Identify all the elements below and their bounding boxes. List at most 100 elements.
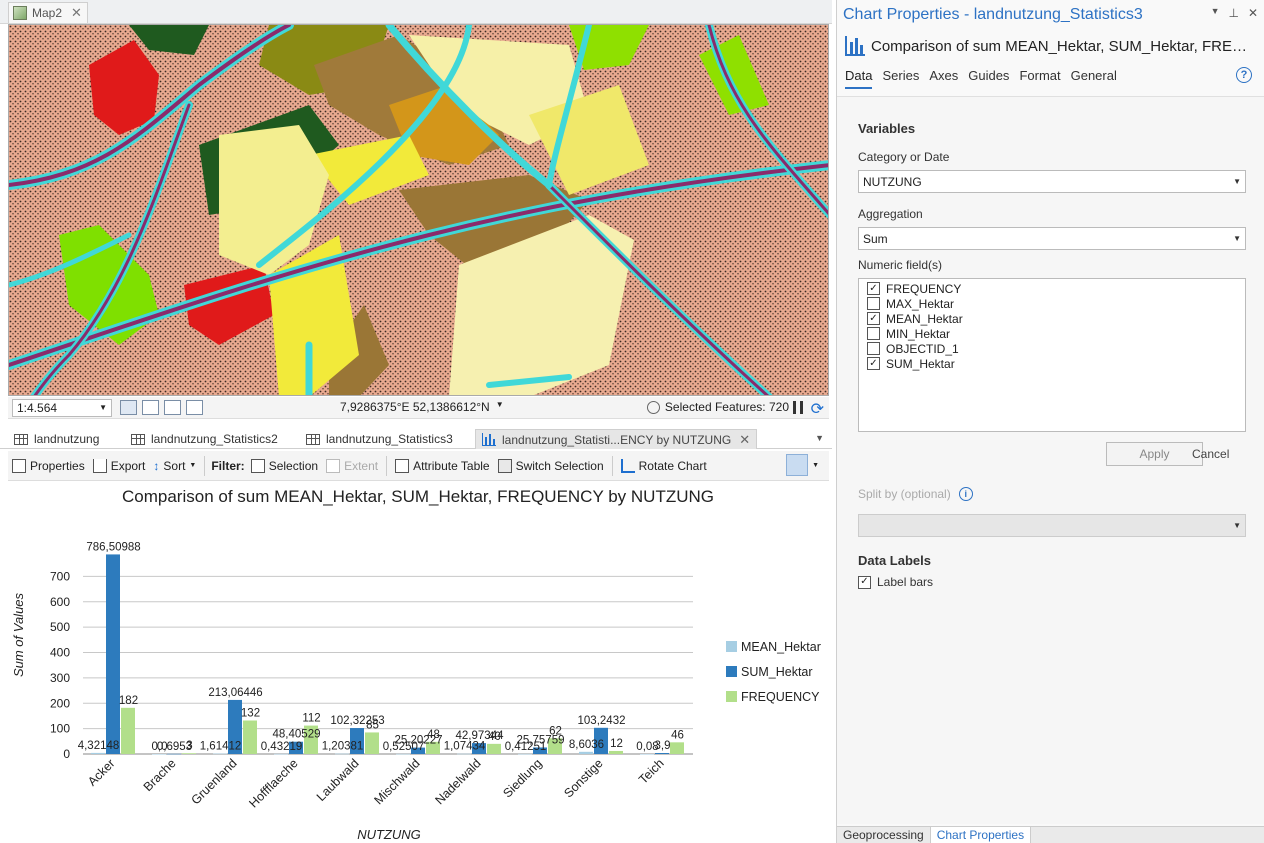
filter-selection-button[interactable]: Selection <box>247 454 322 478</box>
checkbox[interactable]: ✓ <box>867 282 880 295</box>
category-select[interactable]: NUTZUNG ▼ <box>858 170 1246 193</box>
fixed-zoom-icon[interactable] <box>120 400 137 415</box>
close-icon[interactable]: ✕ <box>71 5 82 21</box>
field-item-sum-hektar[interactable]: ✓ SUM_Hektar <box>867 356 1237 371</box>
field-item-min-hektar[interactable]: MIN_Hektar <box>867 326 1237 341</box>
tab-statistics3[interactable]: landnutzung_Statistics3 <box>300 429 459 449</box>
bar[interactable] <box>365 732 379 754</box>
data-label: 0,43219 <box>261 741 303 753</box>
bar[interactable] <box>609 750 623 754</box>
tab-statistics2[interactable]: landnutzung_Statistics2 <box>125 429 284 449</box>
aggregation-select[interactable]: Sum ▼ <box>858 227 1246 250</box>
properties-tabs: Data Series Axes Guides Format General <box>845 68 1117 89</box>
data-label: 1,61412 <box>200 741 242 753</box>
map-view[interactable] <box>8 24 829 396</box>
bar[interactable] <box>487 743 501 754</box>
bar[interactable] <box>640 753 654 755</box>
switch-selection-button[interactable]: Switch Selection <box>494 454 608 478</box>
snapping-icon[interactable] <box>142 400 159 415</box>
bar[interactable] <box>518 753 532 755</box>
bar[interactable] <box>167 753 181 755</box>
map-status-tools <box>120 400 203 415</box>
list-view-icon[interactable] <box>786 454 809 476</box>
bar[interactable] <box>655 753 669 754</box>
checkbox[interactable] <box>867 327 880 340</box>
bar[interactable] <box>335 753 349 755</box>
chevron-down-icon[interactable]: ▼ <box>1211 6 1220 20</box>
bar[interactable] <box>457 753 471 755</box>
tab-landnutzung[interactable]: landnutzung <box>8 429 105 449</box>
bar[interactable] <box>106 554 120 754</box>
chevron-down-icon: ▼ <box>189 462 197 469</box>
tab-chart[interactable]: landnutzung_Statisti...ENCY by NUTZUNG ✕ <box>475 429 758 449</box>
checkbox[interactable]: ✓ <box>858 575 871 589</box>
tab-guides[interactable]: Guides <box>968 68 1009 89</box>
close-icon[interactable]: ✕ <box>1248 6 1258 20</box>
attribute-table-label: Attribute Table <box>413 458 490 473</box>
bar[interactable] <box>670 742 684 754</box>
checkbox[interactable] <box>867 297 880 310</box>
checkbox[interactable]: ✓ <box>867 357 880 370</box>
attribute-table-button[interactable]: Attribute Table <box>391 454 494 478</box>
checkbox[interactable] <box>867 342 880 355</box>
field-item-mean-hektar[interactable]: ✓ MEAN_Hektar <box>867 311 1237 326</box>
bar-chart[interactable]: Comparison of sum MEAN_Hektar, SUM_Hekta… <box>8 482 829 843</box>
pause-drawing-icon[interactable] <box>793 401 803 414</box>
bar[interactable] <box>213 753 227 755</box>
info-icon[interactable]: i <box>958 487 973 501</box>
field-item-frequency[interactable]: ✓ FREQUENCY <box>867 281 1237 296</box>
tab-data[interactable]: Data <box>845 68 873 89</box>
bar[interactable] <box>396 753 410 755</box>
tab-series[interactable]: Series <box>882 68 919 89</box>
tab-map2[interactable]: Map2 ✕ <box>8 2 88 23</box>
export-button[interactable]: Export <box>89 454 150 478</box>
sort-button[interactable]: ↕ Sort ▼ <box>149 454 200 478</box>
bar[interactable] <box>121 707 135 754</box>
rotate-chart-button[interactable]: Rotate Chart <box>617 454 711 478</box>
tab-general[interactable]: General <box>1071 68 1117 89</box>
tab-format[interactable]: Format <box>1019 68 1060 89</box>
bar[interactable] <box>274 753 288 755</box>
bar[interactable] <box>152 754 166 755</box>
bar[interactable] <box>243 720 257 754</box>
help-icon[interactable]: ? <box>1236 67 1252 83</box>
checkbox[interactable]: ✓ <box>867 312 880 325</box>
chevron-down-icon: ▼ <box>1233 521 1241 530</box>
legend-label[interactable]: FREQUENCY <box>741 690 820 704</box>
properties-button[interactable]: Properties <box>8 454 89 478</box>
tab-chart-properties[interactable]: Chart Properties <box>930 827 1032 843</box>
chevron-down-icon[interactable]: ▼ <box>496 400 504 414</box>
chevron-down-icon[interactable]: ▼ <box>812 462 819 469</box>
legend-swatch[interactable] <box>726 666 737 677</box>
legend-swatch[interactable] <box>726 691 737 702</box>
legend-swatch[interactable] <box>726 641 737 652</box>
bar[interactable] <box>91 752 105 754</box>
legend[interactable]: MEAN_Hektar SUM_Hektar FREQUENCY <box>726 640 821 704</box>
correction-icon[interactable] <box>186 400 203 415</box>
tab-geoprocessing[interactable]: Geoprocessing <box>837 827 931 843</box>
grid-icon[interactable] <box>164 400 181 415</box>
pin-icon[interactable]: ⊥ <box>1228 6 1238 20</box>
chart-area[interactable]: Comparison of sum MEAN_Hektar, SUM_Hekta… <box>8 482 829 843</box>
bar[interactable] <box>182 753 196 754</box>
refresh-icon[interactable]: ⟳ <box>811 399 824 419</box>
filter-extent-button[interactable]: Extent <box>322 454 382 478</box>
field-item-objectid[interactable]: OBJECTID_1 <box>867 341 1237 356</box>
tab-axes[interactable]: Axes <box>929 68 958 89</box>
chevron-down-icon[interactable]: ▼ <box>815 433 824 443</box>
bar-chart-icon <box>845 36 865 56</box>
map-tab-label: Map2 <box>32 6 63 20</box>
legend-label[interactable]: MEAN_Hektar <box>741 640 821 654</box>
label-bars-row[interactable]: ✓ Label bars <box>858 575 933 589</box>
apply-button[interactable]: Apply <box>1106 442 1203 466</box>
legend-label[interactable]: SUM_Hektar <box>741 665 813 679</box>
split-by-select[interactable]: ▼ <box>858 514 1246 537</box>
data-label: 132 <box>241 708 260 720</box>
cancel-button[interactable]: Cancel <box>1192 447 1229 461</box>
selected-features[interactable]: Selected Features: 720 <box>646 400 789 414</box>
bar[interactable] <box>579 751 593 754</box>
field-item-max-hektar[interactable]: MAX_Hektar <box>867 296 1237 311</box>
map-canvas[interactable] <box>9 25 829 396</box>
scale-selector[interactable]: 1:4.564 ▼ <box>12 398 112 417</box>
close-icon[interactable]: ✕ <box>739 432 750 448</box>
